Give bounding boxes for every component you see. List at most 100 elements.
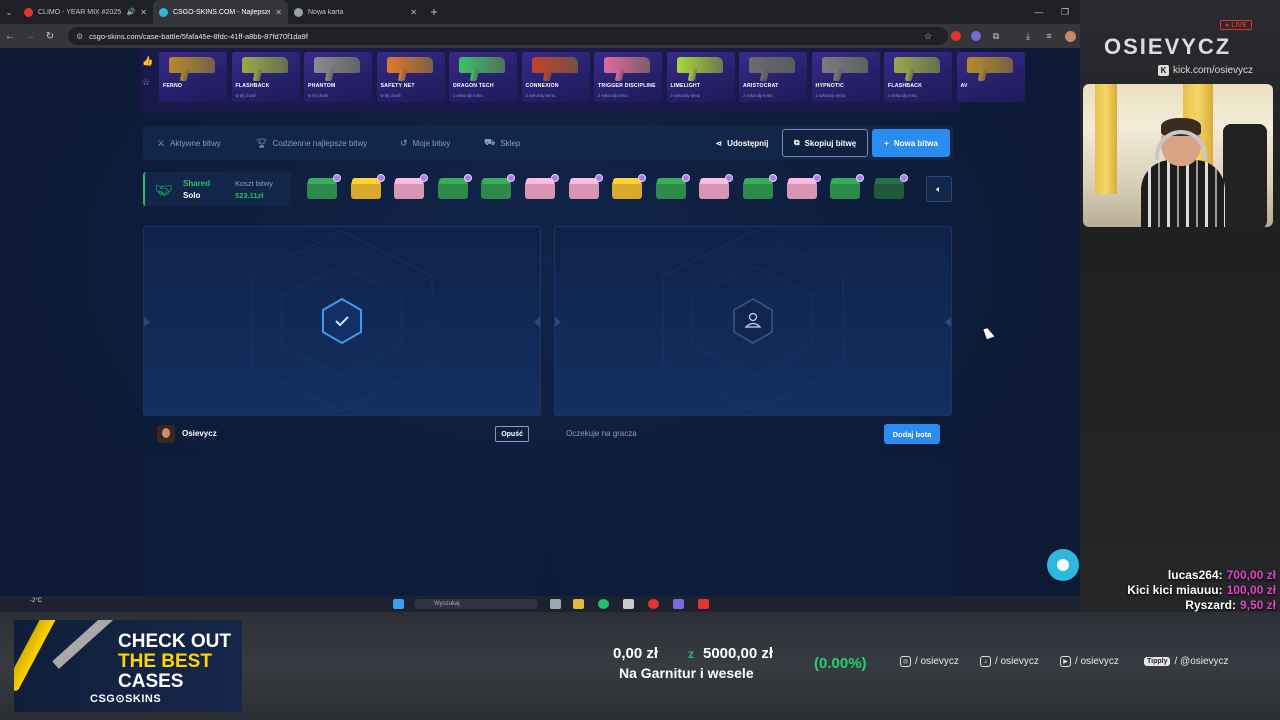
- close-tab-icon[interactable]: ✕: [410, 8, 417, 17]
- thumbs-up-icon[interactable]: 👍: [142, 56, 156, 67]
- weapon-skin-image: [241, 57, 288, 73]
- share-button[interactable]: ⋖ Udostępnij: [708, 129, 776, 157]
- nav-daily-best[interactable]: 🏆︎ Codzienne najlepsze bitwy: [256, 126, 367, 160]
- drop-card[interactable]: HYPNOTIC 2 sekundy temu: [811, 52, 880, 102]
- youtube-favicon-icon: [24, 7, 33, 17]
- app-icon[interactable]: [698, 599, 709, 609]
- windows-start-icon[interactable]: [393, 599, 404, 609]
- discord-icon[interactable]: [673, 599, 684, 609]
- tab-csgo-skins[interactable]: CSGO-SKINS.COM - Najlepsze ✕: [153, 0, 288, 24]
- drop-card[interactable]: LIMELIGHT 2 sekundy temu: [666, 52, 735, 102]
- case-item[interactable]: [437, 174, 472, 199]
- case-item[interactable]: [699, 174, 734, 199]
- ready-check-icon: [322, 297, 362, 345]
- case-item[interactable]: [481, 174, 516, 199]
- drop-card[interactable]: AV: [956, 52, 1025, 102]
- store-icon[interactable]: [623, 599, 634, 609]
- download-icon[interactable]: ⤓: [1020, 28, 1036, 44]
- social-handle: / @osievycz: [1174, 656, 1229, 667]
- nav-shop[interactable]: ⛟ Sklep: [484, 126, 520, 160]
- new-battle-button[interactable]: + Nowa bitwa: [872, 129, 950, 157]
- nav-my-battles[interactable]: ↺ Moje bitwy: [400, 126, 450, 160]
- copy-battle-button[interactable]: ⧉ Skopiuj bitwę: [782, 129, 868, 157]
- mode-solo: Solo: [183, 191, 201, 200]
- profile-avatar[interactable]: [1062, 28, 1078, 44]
- csgo-skins-logo: CSG⊙SKINS: [90, 693, 162, 705]
- extensions-puzzle-icon[interactable]: ⧉: [988, 28, 1004, 44]
- weapon-skin-image: [314, 57, 360, 73]
- donation-amount: 100,00 zł: [1226, 583, 1276, 597]
- drop-card[interactable]: FLASHBACK w tej chwili: [231, 52, 300, 102]
- reload-icon[interactable]: ↻: [40, 24, 60, 48]
- weather-temp[interactable]: -2°C: [30, 598, 42, 604]
- media-control-icon[interactable]: ≡: [1041, 28, 1057, 44]
- battle-cases-row: 🤝︎ Shared Solo Koszt bitwy 523.11zł 🔈︎: [143, 172, 953, 206]
- player-1-bar: Osievycz Opuść: [143, 418, 541, 450]
- task-view-icon[interactable]: [550, 599, 561, 609]
- case-item[interactable]: [743, 174, 777, 199]
- close-tab-icon[interactable]: ✕: [275, 8, 282, 17]
- site-info-icon[interactable]: ⚙: [76, 32, 83, 41]
- forward-icon[interactable]: →: [20, 24, 40, 48]
- drop-time: 2 sekundy temu: [743, 93, 773, 98]
- donor-name: lucas264:: [1167, 568, 1223, 582]
- live-badge: ● LIVE: [1220, 20, 1252, 30]
- case-item[interactable]: [830, 174, 865, 199]
- star-icon[interactable]: ☆: [142, 77, 156, 88]
- drop-card[interactable]: PHANTOM w tej chwili: [304, 52, 372, 102]
- back-icon[interactable]: ←: [0, 24, 20, 48]
- close-tab-icon[interactable]: ✕: [140, 8, 147, 17]
- leave-button[interactable]: Opuść: [495, 426, 529, 442]
- weapon-skin-image: [749, 57, 795, 73]
- donor-name: Ryszard:: [1185, 598, 1236, 612]
- case-item[interactable]: [350, 174, 385, 199]
- chat-support-button[interactable]: [1047, 549, 1079, 581]
- drop-card[interactable]: TRIGGER DISCIPLINE 2 sekundy temu: [594, 52, 662, 102]
- drop-card[interactable]: FERNO: [159, 52, 227, 102]
- drop-card[interactable]: FLASHBACK 4 sekundy temu: [884, 52, 952, 102]
- arrow-left-icon: [144, 317, 150, 327]
- drop-time: 2 sekundy temu: [525, 93, 556, 98]
- tab-new[interactable]: Nowa karta ✕: [288, 0, 423, 24]
- tab-climo[interactable]: CLIMO - YEAR MIX #2025 🔊 ✕: [18, 0, 153, 24]
- streamer: [1141, 118, 1225, 227]
- case-item[interactable]: [873, 174, 908, 199]
- new-tab-button[interactable]: +: [423, 0, 445, 24]
- spotify-icon[interactable]: [598, 599, 609, 609]
- chrome-icon[interactable]: [648, 599, 659, 609]
- drop-card[interactable]: SAFETY NET w tej chwili: [376, 52, 445, 102]
- taskbar-search[interactable]: Wyszukaj: [414, 599, 538, 609]
- case-item[interactable]: [568, 174, 603, 199]
- nav-active-battles[interactable]: ⚔ Aktywne bitwy: [157, 126, 221, 160]
- url-field[interactable]: ⚙ csgo-skins.com/case-battle/5fafa45e-8f…: [68, 27, 948, 45]
- file-explorer-icon[interactable]: [573, 599, 584, 609]
- speaker-icon[interactable]: 🔊: [127, 8, 136, 16]
- case-item[interactable]: [612, 174, 647, 199]
- drop-name: CONNEXION: [525, 83, 559, 89]
- drop-name: LIMELIGHT: [670, 83, 701, 89]
- battle-mode-info: 🤝︎ Shared Solo Koszt bitwy 523.11zł: [143, 172, 291, 206]
- extension-icon[interactable]: [948, 28, 964, 44]
- drop-time: 4 sekundy temu: [888, 93, 918, 98]
- case-item[interactable]: [525, 174, 559, 199]
- goal-current: 0,00 zł: [613, 645, 659, 662]
- case-item[interactable]: [307, 174, 341, 199]
- tab-search-button[interactable]: ⌄: [0, 0, 18, 24]
- extension-icon[interactable]: [968, 28, 984, 44]
- add-bot-button[interactable]: Dodaj bota: [884, 424, 940, 444]
- sound-toggle-button[interactable]: 🔈︎: [926, 176, 952, 202]
- csgo-skins-favicon-icon: [159, 7, 168, 17]
- minimize-icon[interactable]: —: [1026, 0, 1052, 24]
- social-handle: / osievycz: [915, 656, 959, 667]
- tab-title: CSGO-SKINS.COM - Najlepsze: [173, 8, 271, 16]
- drop-card[interactable]: ARISTOCRAT 2 sekundy temu: [739, 52, 807, 102]
- restore-icon[interactable]: ❐: [1052, 0, 1078, 24]
- goal-percent: (0.00%): [814, 655, 867, 672]
- drop-card[interactable]: CONNEXION 2 sekundy temu: [521, 52, 590, 102]
- drop-card[interactable]: DRAGON TECH 1 sekundy temu: [449, 52, 517, 102]
- bookmark-star-icon[interactable]: ☆: [920, 28, 936, 44]
- case-item[interactable]: [655, 174, 690, 199]
- case-item[interactable]: [786, 174, 821, 199]
- case-item[interactable]: [394, 174, 429, 199]
- case-badge-icon: [420, 174, 429, 182]
